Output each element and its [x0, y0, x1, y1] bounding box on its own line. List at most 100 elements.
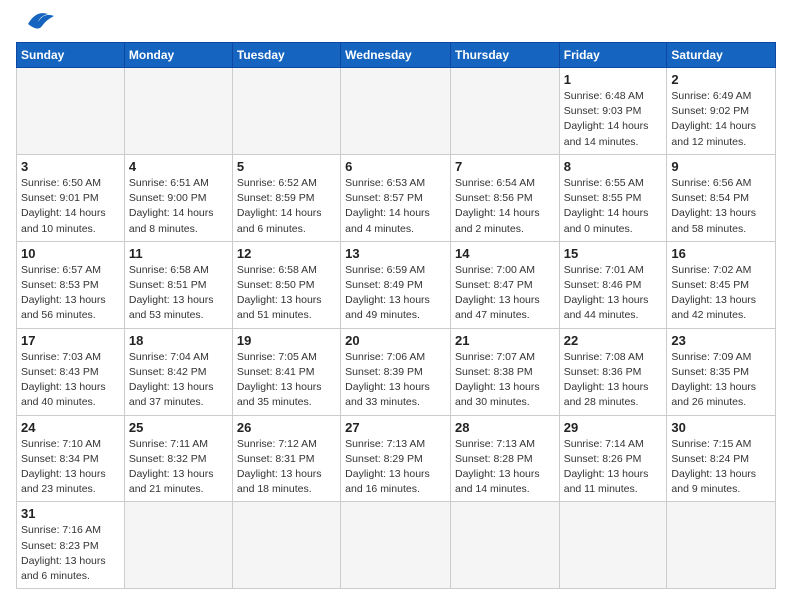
day-info: Sunrise: 7:00 AMSunset: 8:47 PMDaylight:…: [455, 263, 555, 324]
calendar-cell: 7Sunrise: 6:54 AMSunset: 8:56 PMDaylight…: [450, 154, 559, 241]
calendar-cell: 5 Sunrise: 6:52 AMSunset: 8:59 PMDaylight…: [232, 154, 340, 241]
day-number: 27: [345, 420, 446, 435]
day-number: 6: [345, 159, 446, 174]
calendar-week-row: 31 Sunrise: 7:16 AMSunset: 8:23 PMDayligh…: [17, 502, 776, 589]
calendar-cell: 11 Sunrise: 6:58 AMSunset: 8:51 PMDayligh…: [124, 241, 232, 328]
calendar-cell: 26 Sunrise: 7:12 AMSunset: 8:31 PMDayligh…: [232, 415, 340, 502]
calendar-cell: 14 Sunrise: 7:00 AMSunset: 8:47 PMDayligh…: [450, 241, 559, 328]
day-info: Sunrise: 7:12 AMSunset: 8:31 PMDaylight:…: [237, 437, 336, 498]
day-number: 9: [671, 159, 771, 174]
day-number: 16: [671, 246, 771, 261]
page: SundayMondayTuesdayWednesdayThursdayFrid…: [0, 0, 792, 612]
day-info: Sunrise: 7:16 AMSunset: 8:23 PMDaylight:…: [21, 523, 120, 584]
calendar-week-row: 17Sunrise: 7:03 AMSunset: 8:43 PMDayligh…: [17, 328, 776, 415]
day-info: Sunrise: 7:01 AMSunset: 8:46 PMDaylight:…: [564, 263, 663, 324]
calendar-cell: 21Sunrise: 7:07 AMSunset: 8:38 PMDayligh…: [450, 328, 559, 415]
calendar-cell: 8Sunrise: 6:55 AMSunset: 8:55 PMDaylight…: [559, 154, 667, 241]
day-info: Sunrise: 6:52 AMSunset: 8:59 PMDaylight:…: [237, 176, 336, 237]
header-day-tuesday: Tuesday: [232, 43, 340, 68]
day-info: Sunrise: 7:05 AMSunset: 8:41 PMDaylight:…: [237, 350, 336, 411]
header-day-thursday: Thursday: [450, 43, 559, 68]
header-day-sunday: Sunday: [17, 43, 125, 68]
day-number: 2: [671, 72, 771, 87]
day-info: Sunrise: 6:58 AMSunset: 8:50 PMDaylight:…: [237, 263, 336, 324]
day-number: 31: [21, 506, 120, 521]
calendar-cell: 19Sunrise: 7:05 AMSunset: 8:41 PMDayligh…: [232, 328, 340, 415]
day-number: 28: [455, 420, 555, 435]
calendar-table: SundayMondayTuesdayWednesdayThursdayFrid…: [16, 42, 776, 589]
day-number: 23: [671, 333, 771, 348]
day-number: 3: [21, 159, 120, 174]
day-number: 20: [345, 333, 446, 348]
day-info: Sunrise: 7:08 AMSunset: 8:36 PMDaylight:…: [564, 350, 663, 411]
day-number: 1: [564, 72, 663, 87]
calendar-cell: 22 Sunrise: 7:08 AMSunset: 8:36 PMDayligh…: [559, 328, 667, 415]
calendar-week-row: 1 Sunrise: 6:48 AMSunset: 9:03 PMDaylight…: [17, 68, 776, 155]
day-info: Sunrise: 6:51 AMSunset: 9:00 PMDaylight:…: [129, 176, 228, 237]
header-day-monday: Monday: [124, 43, 232, 68]
calendar-cell: 13Sunrise: 6:59 AMSunset: 8:49 PMDayligh…: [341, 241, 451, 328]
calendar-cell: 23Sunrise: 7:09 AMSunset: 8:35 PMDayligh…: [667, 328, 776, 415]
day-info: Sunrise: 6:49 AMSunset: 9:02 PMDaylight:…: [671, 89, 771, 150]
calendar-cell: 6 Sunrise: 6:53 AMSunset: 8:57 PMDaylight…: [341, 154, 451, 241]
day-info: Sunrise: 6:58 AMSunset: 8:51 PMDaylight:…: [129, 263, 228, 324]
day-number: 26: [237, 420, 336, 435]
header: [16, 14, 776, 34]
day-info: Sunrise: 6:48 AMSunset: 9:03 PMDaylight:…: [564, 89, 663, 150]
day-number: 4: [129, 159, 228, 174]
calendar-cell: [667, 502, 776, 589]
day-info: Sunrise: 7:15 AMSunset: 8:24 PMDaylight:…: [671, 437, 771, 498]
header-day-friday: Friday: [559, 43, 667, 68]
calendar-cell: 25 Sunrise: 7:11 AMSunset: 8:32 PMDayligh…: [124, 415, 232, 502]
calendar-cell: 28 Sunrise: 7:13 AMSunset: 8:28 PMDayligh…: [450, 415, 559, 502]
day-number: 5: [237, 159, 336, 174]
calendar-cell: 27 Sunrise: 7:13 AMSunset: 8:29 PMDayligh…: [341, 415, 451, 502]
header-day-saturday: Saturday: [667, 43, 776, 68]
calendar-cell: 18 Sunrise: 7:04 AMSunset: 8:42 PMDayligh…: [124, 328, 232, 415]
day-number: 15: [564, 246, 663, 261]
day-number: 10: [21, 246, 120, 261]
day-info: Sunrise: 6:53 AMSunset: 8:57 PMDaylight:…: [345, 176, 446, 237]
calendar-cell: 12Sunrise: 6:58 AMSunset: 8:50 PMDayligh…: [232, 241, 340, 328]
day-info: Sunrise: 6:50 AMSunset: 9:01 PMDaylight:…: [21, 176, 120, 237]
calendar-cell: 20Sunrise: 7:06 AMSunset: 8:39 PMDayligh…: [341, 328, 451, 415]
calendar-cell: 16 Sunrise: 7:02 AMSunset: 8:45 PMDayligh…: [667, 241, 776, 328]
day-info: Sunrise: 6:57 AMSunset: 8:53 PMDaylight:…: [21, 263, 120, 324]
day-number: 30: [671, 420, 771, 435]
calendar-cell: [450, 502, 559, 589]
calendar-cell: 24Sunrise: 7:10 AMSunset: 8:34 PMDayligh…: [17, 415, 125, 502]
logo-bird-icon: [18, 6, 56, 34]
calendar-cell: [559, 502, 667, 589]
day-number: 22: [564, 333, 663, 348]
day-number: 18: [129, 333, 228, 348]
day-number: 14: [455, 246, 555, 261]
day-number: 11: [129, 246, 228, 261]
calendar-cell: 9Sunrise: 6:56 AMSunset: 8:54 PMDaylight…: [667, 154, 776, 241]
day-info: Sunrise: 7:14 AMSunset: 8:26 PMDaylight:…: [564, 437, 663, 498]
calendar-cell: [124, 502, 232, 589]
calendar-cell: 30 Sunrise: 7:15 AMSunset: 8:24 PMDayligh…: [667, 415, 776, 502]
calendar-cell: 3 Sunrise: 6:50 AMSunset: 9:01 PMDaylight…: [17, 154, 125, 241]
day-number: 25: [129, 420, 228, 435]
day-info: Sunrise: 7:02 AMSunset: 8:45 PMDaylight:…: [671, 263, 771, 324]
day-info: Sunrise: 7:11 AMSunset: 8:32 PMDaylight:…: [129, 437, 228, 498]
day-number: 17: [21, 333, 120, 348]
day-number: 21: [455, 333, 555, 348]
calendar-cell: [124, 68, 232, 155]
day-info: Sunrise: 7:04 AMSunset: 8:42 PMDaylight:…: [129, 350, 228, 411]
day-info: Sunrise: 6:59 AMSunset: 8:49 PMDaylight:…: [345, 263, 446, 324]
calendar-cell: 15 Sunrise: 7:01 AMSunset: 8:46 PMDayligh…: [559, 241, 667, 328]
day-info: Sunrise: 7:13 AMSunset: 8:29 PMDaylight:…: [345, 437, 446, 498]
day-number: 29: [564, 420, 663, 435]
day-info: Sunrise: 7:10 AMSunset: 8:34 PMDaylight:…: [21, 437, 120, 498]
day-number: 8: [564, 159, 663, 174]
calendar-header-row: SundayMondayTuesdayWednesdayThursdayFrid…: [17, 43, 776, 68]
calendar-cell: 31 Sunrise: 7:16 AMSunset: 8:23 PMDayligh…: [17, 502, 125, 589]
calendar-week-row: 24Sunrise: 7:10 AMSunset: 8:34 PMDayligh…: [17, 415, 776, 502]
calendar-cell: 1 Sunrise: 6:48 AMSunset: 9:03 PMDaylight…: [559, 68, 667, 155]
calendar-cell: [341, 502, 451, 589]
day-info: Sunrise: 7:13 AMSunset: 8:28 PMDaylight:…: [455, 437, 555, 498]
calendar-cell: 10 Sunrise: 6:57 AMSunset: 8:53 PMDayligh…: [17, 241, 125, 328]
calendar-cell: 17Sunrise: 7:03 AMSunset: 8:43 PMDayligh…: [17, 328, 125, 415]
calendar-cell: 4 Sunrise: 6:51 AMSunset: 9:00 PMDaylight…: [124, 154, 232, 241]
